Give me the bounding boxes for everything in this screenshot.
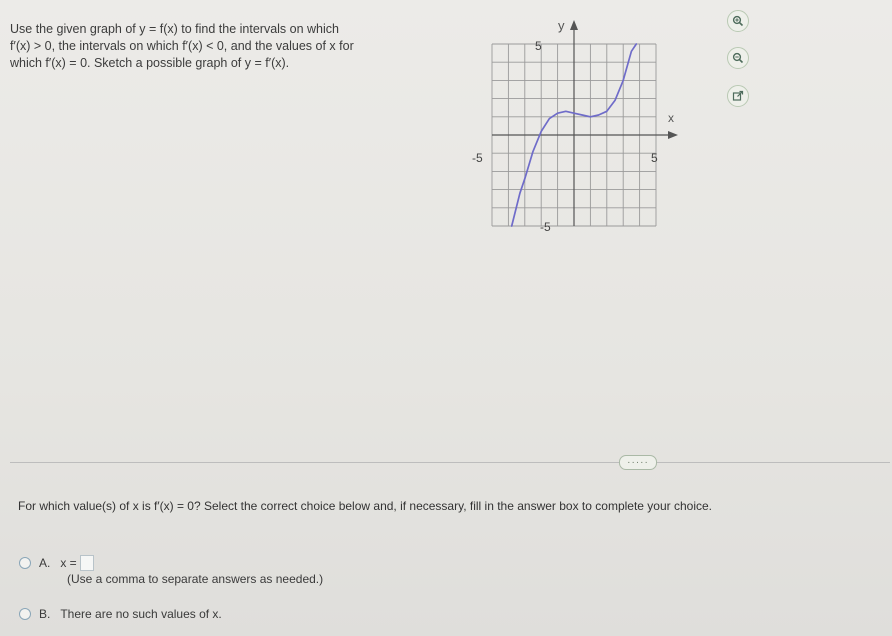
page: Use the given graph of y = f(x) to find … <box>0 0 892 636</box>
external-link-icon <box>732 90 744 101</box>
choice-a-hint: (Use a comma to separate answers as need… <box>67 572 324 586</box>
question-text: For which value(s) of x is f′(x) = 0? Se… <box>18 499 713 513</box>
x-axis-label: x <box>668 111 674 125</box>
x-axis-arrow <box>668 131 678 139</box>
prompt-line-3: which f′(x) = 0. Sketch a possible graph… <box>10 56 290 70</box>
choice-a-letter: A. <box>39 556 51 570</box>
zoom-out-icon <box>732 52 744 64</box>
zoom-in-icon <box>732 15 744 27</box>
choice-b-radio[interactable] <box>19 608 31 620</box>
y-axis-label: y <box>558 18 565 33</box>
zoom-in-button[interactable] <box>727 10 749 32</box>
prompt-line-2: f′(x) > 0, the intervals on which f′(x) … <box>10 39 354 53</box>
choice-b-letter: B. <box>39 607 51 621</box>
answer-input-box[interactable] <box>79 555 94 571</box>
zoom-out-button[interactable] <box>727 47 749 69</box>
tick-label-x-left: -5 <box>472 151 483 165</box>
choice-b-text: There are no such values of x. <box>60 607 222 621</box>
tick-label-y-bottom: -5 <box>540 220 551 234</box>
problem-statement: Use the given graph of y = f(x) to find … <box>10 21 430 72</box>
prompt-line-1: Use the given graph of y = f(x) to find … <box>10 22 339 36</box>
expand-more-button[interactable]: ····· <box>619 455 657 470</box>
function-graph: y x 5 -5 -5 5 <box>472 18 678 234</box>
popout-button[interactable] <box>727 85 749 107</box>
section-divider <box>10 462 890 463</box>
y-axis-arrow <box>570 20 578 30</box>
choice-a-radio[interactable] <box>19 557 31 569</box>
choice-a-text: x = <box>60 556 77 570</box>
tick-label-x-right: 5 <box>651 151 658 165</box>
choice-a[interactable]: A. x = <box>19 555 94 571</box>
choice-b[interactable]: B. There are no such values of x. <box>19 607 222 621</box>
tick-label-y-top: 5 <box>535 39 542 53</box>
